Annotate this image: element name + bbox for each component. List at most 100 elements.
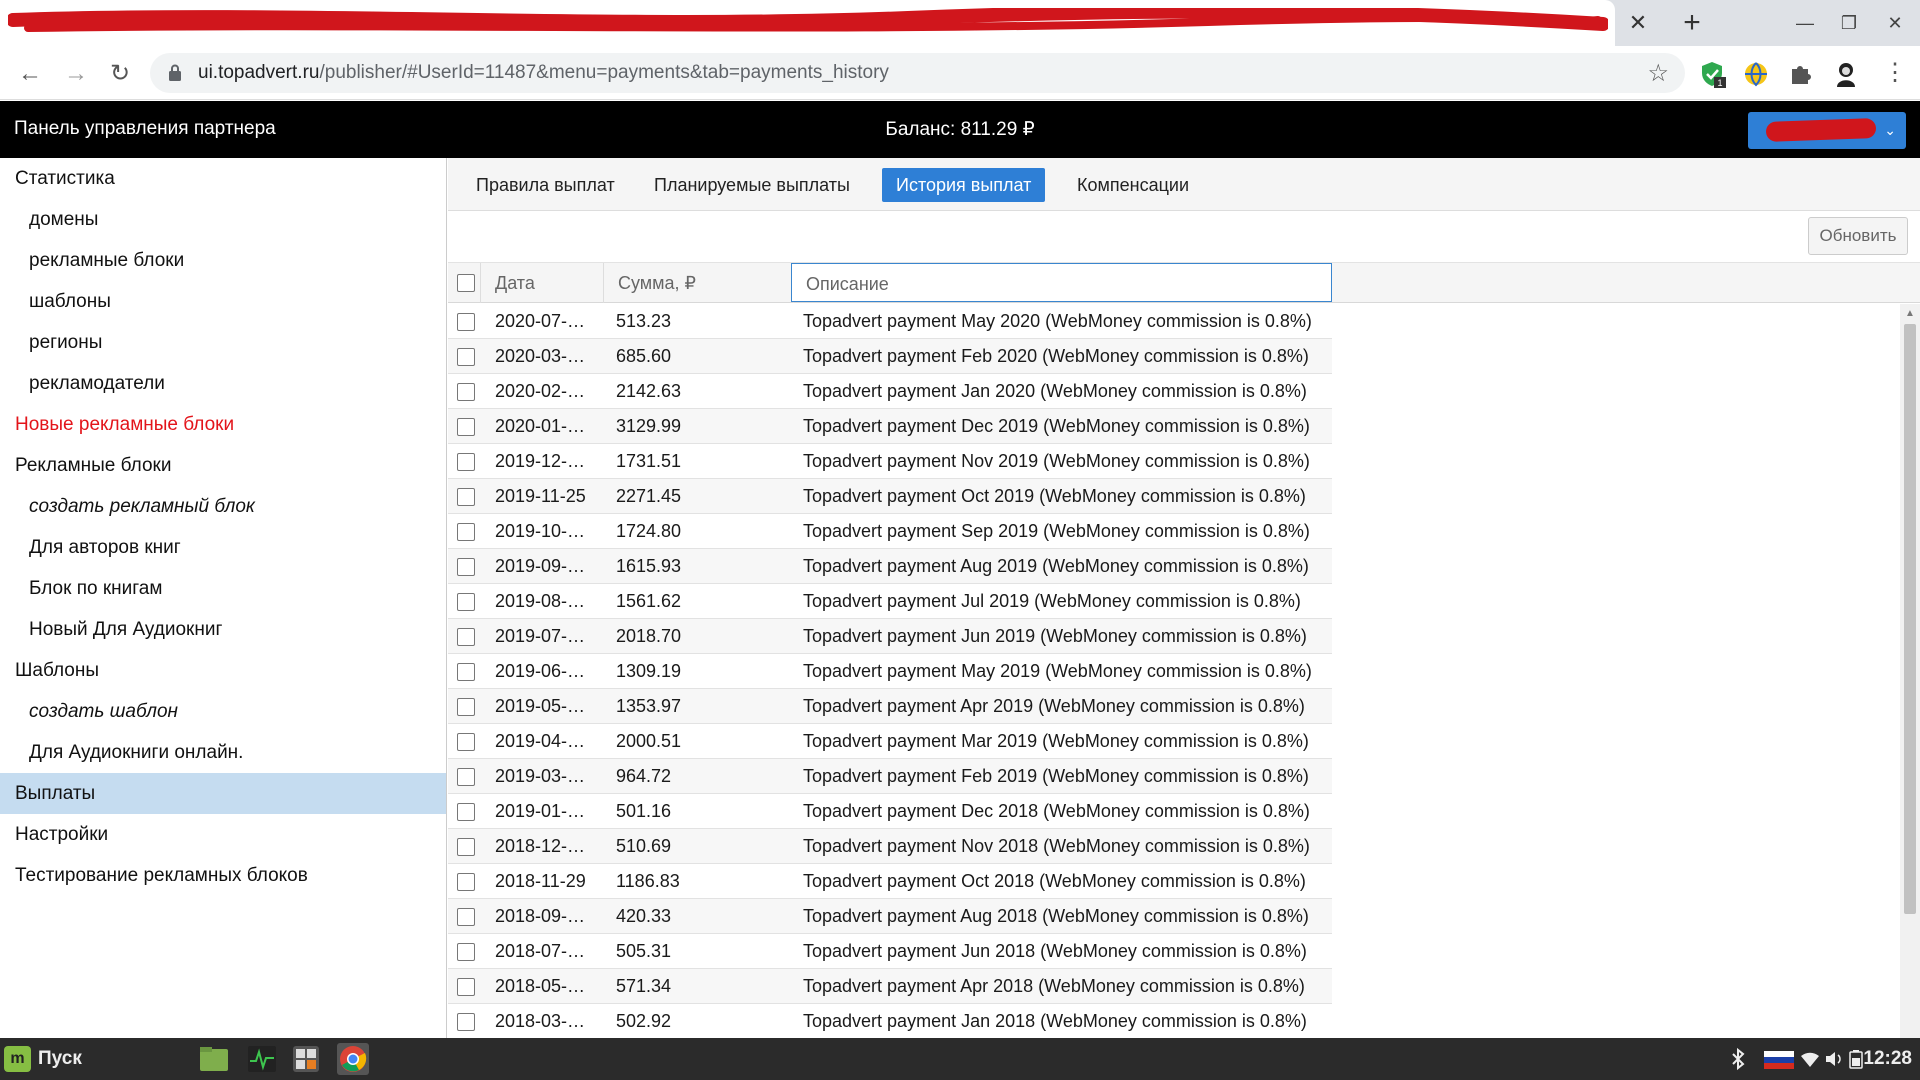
table-row[interactable]: 2018-05-… 571.34 Topadvert payment Apr 201… xyxy=(448,969,1332,1004)
sidebar-item[interactable]: Выплаты xyxy=(0,773,446,814)
table-row[interactable]: 2019-09-… 1615.93 Topadvert payment Aug 20… xyxy=(448,549,1332,584)
row-checkbox[interactable] xyxy=(457,873,475,891)
table-row[interactable]: 2020-03-… 685.60 Topadvert payment Feb 202… xyxy=(448,339,1332,374)
sidebar-item[interactable]: домены xyxy=(0,199,446,240)
new-tab-button[interactable]: + xyxy=(1672,6,1712,40)
browser-menu-icon[interactable]: ⋮ xyxy=(1880,58,1910,88)
table-row[interactable]: 2018-07-… 505.31 Topadvert payment Jun 201… xyxy=(448,934,1332,969)
refresh-button[interactable]: Обновить xyxy=(1808,217,1908,255)
sidebar-item[interactable]: Новые рекламные блоки xyxy=(0,404,446,445)
row-checkbox[interactable] xyxy=(457,418,475,436)
table-row[interactable]: 2018-11-29 1186.83 Topadvert payment Oct 2… xyxy=(448,864,1332,899)
forward-arrow-icon[interactable]: → xyxy=(58,56,94,92)
sidebar-item[interactable]: Для Аудиокниги онлайн. xyxy=(0,732,446,773)
back-arrow-icon[interactable]: ← xyxy=(12,56,48,92)
sidebar-item[interactable]: рекламные блоки xyxy=(0,240,446,281)
column-header-description[interactable]: Описание xyxy=(791,263,1332,302)
sidebar-item[interactable]: Рекламные блоки xyxy=(0,445,446,486)
calculator-icon[interactable] xyxy=(290,1043,322,1075)
table-row[interactable]: 2020-02-… 2142.63 Topadvert payment Jan 20… xyxy=(448,374,1332,409)
sidebar-item[interactable]: регионы xyxy=(0,322,446,363)
close-tab-icon[interactable]: ✕ xyxy=(1620,8,1656,38)
row-checkbox[interactable] xyxy=(457,978,475,996)
row-checkbox[interactable] xyxy=(457,558,475,576)
bookmark-star-icon[interactable]: ☆ xyxy=(1647,59,1669,88)
table-row[interactable]: 2019-12-… 1731.51 Topadvert payment Nov 20… xyxy=(448,444,1332,479)
table-row[interactable]: 2019-04-… 2000.51 Topadvert payment Mar 20… xyxy=(448,724,1332,759)
row-checkbox[interactable] xyxy=(457,523,475,541)
sidebar-item[interactable]: Настройки xyxy=(0,814,446,855)
sidebar-item[interactable]: Блок по книгам xyxy=(0,568,446,609)
reload-icon[interactable]: ↻ xyxy=(102,56,138,92)
row-checkbox[interactable] xyxy=(457,733,475,751)
row-checkbox[interactable] xyxy=(457,453,475,471)
globe-extension-icon[interactable] xyxy=(1742,60,1770,88)
row-checkbox[interactable] xyxy=(457,943,475,961)
column-header-date[interactable]: Дата xyxy=(480,263,604,303)
table-row[interactable]: 2019-05-… 1353.97 Topadvert payment Apr 20… xyxy=(448,689,1332,724)
scroll-up-icon[interactable]: ▲ xyxy=(1904,308,1916,320)
row-checkbox[interactable] xyxy=(457,383,475,401)
tab-4[interactable]: Компенсации xyxy=(1063,168,1203,202)
sidebar-item[interactable]: Тестирование рекламных блоков xyxy=(0,855,446,896)
tab-2[interactable]: Планируемые выплаты xyxy=(640,168,864,202)
row-checkbox[interactable] xyxy=(457,803,475,821)
table-row[interactable]: 2019-11-25 2271.45 Topadvert payment Oct 2… xyxy=(448,479,1332,514)
user-menu-button[interactable]: ⌄ xyxy=(1748,112,1906,149)
row-checkbox[interactable] xyxy=(457,908,475,926)
row-checkbox[interactable] xyxy=(457,628,475,646)
sidebar-item[interactable]: Для авторов книг xyxy=(0,527,446,568)
scrollbar-thumb[interactable] xyxy=(1904,324,1916,914)
select-all-checkbox[interactable] xyxy=(457,274,475,292)
row-checkbox[interactable] xyxy=(457,838,475,856)
chrome-icon[interactable] xyxy=(337,1043,369,1075)
sidebar-item[interactable]: Шаблоны xyxy=(0,650,446,691)
sidebar-item[interactable]: создать рекламный блок xyxy=(0,486,446,527)
table-row[interactable]: 2020-07-… 513.23 Topadvert payment May 202… xyxy=(448,304,1332,339)
table-row[interactable]: 2018-09-… 420.33 Topadvert payment Aug 201… xyxy=(448,899,1332,934)
system-monitor-icon[interactable] xyxy=(246,1043,278,1075)
row-checkbox[interactable] xyxy=(457,593,475,611)
taskbar-clock[interactable]: 12:28 xyxy=(1863,1048,1912,1070)
table-row[interactable]: 2019-01-… 501.16 Topadvert payment Dec 201… xyxy=(448,794,1332,829)
maximize-window-icon[interactable]: ❐ xyxy=(1824,6,1874,40)
bluetooth-icon[interactable] xyxy=(1728,1047,1748,1071)
row-checkbox[interactable] xyxy=(457,1013,475,1031)
table-row[interactable]: 2020-01-… 3129.99 Topadvert payment Dec 20… xyxy=(448,409,1332,444)
sidebar-item[interactable]: Новый Для Аудиокниг xyxy=(0,609,446,650)
row-checkbox[interactable] xyxy=(457,488,475,506)
row-checkbox[interactable] xyxy=(457,768,475,786)
table-row[interactable]: 2018-12-… 510.69 Topadvert payment Nov 201… xyxy=(448,829,1332,864)
address-bar[interactable]: ui.topadvert.ru/publisher/#UserId=11487&… xyxy=(150,53,1685,93)
shield-extension-icon[interactable]: 1 xyxy=(1698,60,1726,88)
start-button[interactable]: m Пуск xyxy=(4,1044,82,1074)
row-checkbox[interactable] xyxy=(457,663,475,681)
table-row[interactable]: 2019-03-… 964.72 Topadvert payment Feb 201… xyxy=(448,759,1332,794)
volume-icon[interactable] xyxy=(1824,1050,1844,1068)
wifi-icon[interactable] xyxy=(1800,1050,1820,1068)
russian-flag-icon[interactable] xyxy=(1764,1051,1794,1069)
table-row[interactable]: 2019-08-… 1561.62 Topadvert payment Jul 20… xyxy=(448,584,1332,619)
battery-icon[interactable] xyxy=(1848,1049,1864,1069)
file-manager-icon[interactable] xyxy=(198,1043,230,1075)
profile-avatar-icon[interactable] xyxy=(1832,60,1860,88)
close-window-icon[interactable]: ✕ xyxy=(1870,6,1920,40)
tab-3[interactable]: История выплат xyxy=(882,168,1046,202)
row-checkbox[interactable] xyxy=(457,313,475,331)
browser-tab-active[interactable] xyxy=(0,0,1615,46)
sidebar-item[interactable]: шаблоны xyxy=(0,281,446,322)
row-checkbox[interactable] xyxy=(457,348,475,366)
table-row[interactable]: 2019-10-… 1724.80 Topadvert payment Sep 20… xyxy=(448,514,1332,549)
sidebar-item[interactable]: рекламодатели xyxy=(0,363,446,404)
row-checkbox[interactable] xyxy=(457,698,475,716)
sidebar-item[interactable]: создать шаблон xyxy=(0,691,446,732)
tab-1[interactable]: Правила выплат xyxy=(462,168,629,202)
table-row[interactable]: 2019-07-… 2018.70 Topadvert payment Jun 20… xyxy=(448,619,1332,654)
sidebar-item[interactable]: Статистика xyxy=(0,158,446,199)
puzzle-extensions-icon[interactable] xyxy=(1786,60,1814,88)
table-row[interactable]: 2018-03-… 502.92 Topadvert payment Jan 201… xyxy=(448,1004,1332,1038)
minimize-window-icon[interactable]: — xyxy=(1780,6,1830,40)
grid-scrollbar[interactable]: ▲ xyxy=(1900,304,1920,1038)
url-text[interactable]: ui.topadvert.ru/publisher/#UserId=11487&… xyxy=(198,62,889,84)
table-row[interactable]: 2019-06-… 1309.19 Topadvert payment May 20… xyxy=(448,654,1332,689)
